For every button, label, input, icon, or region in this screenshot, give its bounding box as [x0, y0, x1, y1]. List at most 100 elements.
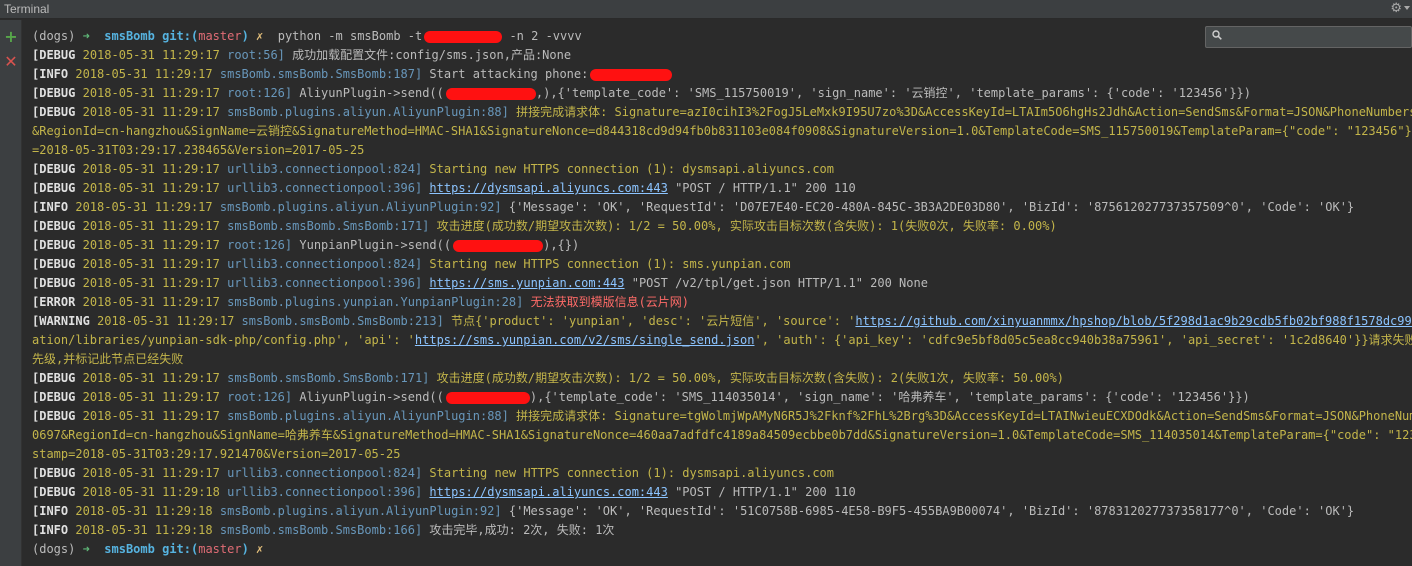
log-link[interactable]: https://github.com/xinyuanmmx/hpshop/blo… — [855, 314, 1412, 328]
log-level: [DEBUG — [32, 466, 76, 480]
terminal-line: [DEBUG 2018-05-31 11:29:17 urllib3.conne… — [32, 464, 1412, 483]
log-message: 攻击进度(成功数/期望攻击次数): 1/2 = 50.00%, 实际攻击目标次数… — [436, 219, 1057, 233]
terminal-line: [DEBUG 2018-05-31 11:29:17 root:126] Ali… — [32, 84, 1412, 103]
log-message: 拼接完成请求体: Signature=tgWolmjWpAMyN6R5J%2Fk… — [516, 409, 1412, 423]
log-message: AliyunPlugin->send(( — [299, 86, 444, 100]
log-level: [INFO — [32, 523, 69, 537]
git-branch: master — [198, 29, 242, 43]
terminal-line: (dogs) ➜ smsBomb git:(master) ✗ python -… — [32, 27, 1412, 46]
log-link[interactable]: https://dysmsapi.aliyuncs.com:443 — [429, 181, 667, 195]
log-link[interactable]: https://sms.yunpian.com/v2/sms/single_se… — [415, 333, 755, 347]
log-logger: smsBomb.smsBomb.SmsBomb:171] — [227, 371, 430, 385]
log-timestamp: 2018-05-31 11:29:17 — [82, 86, 220, 100]
close-icon[interactable]: ✕ — [3, 54, 19, 70]
log-message-tail: ),{}) — [543, 238, 580, 252]
log-level: [DEBUG — [32, 238, 76, 252]
terminal-line: [DEBUG 2018-05-31 11:29:17 root:126] Yun… — [32, 236, 1412, 255]
command: python -m smsBomb -t — [277, 29, 423, 43]
log-link[interactable]: https://dysmsapi.aliyuncs.com:443 — [429, 485, 667, 499]
terminal-line: [DEBUG 2018-05-31 11:29:17 urllib3.conne… — [32, 274, 1412, 293]
terminal-line: (dogs) ➜ smsBomb git:(master) ✗ — [32, 540, 1412, 559]
log-message: 成功加载配置文件:config/sms.json,产品:None — [292, 48, 572, 62]
dirty-mark: ✗ — [256, 29, 264, 43]
log-level: [INFO — [32, 67, 69, 81]
log-logger: smsBomb.smsBomb.SmsBomb:213] — [241, 314, 444, 328]
log-continuation: stamp=2018-05-31T03:29:17.921470&Version… — [32, 447, 401, 461]
log-timestamp: 2018-05-31 11:29:17 — [82, 48, 220, 62]
terminal-line: [INFO 2018-05-31 11:29:18 smsBomb.plugin… — [32, 502, 1412, 521]
log-logger: smsBomb.plugins.aliyun.AliyunPlugin:92] — [219, 504, 502, 518]
terminal-line: [DEBUG 2018-05-31 11:29:18 urllib3.conne… — [32, 483, 1412, 502]
git-label: git:( — [162, 542, 199, 556]
log-logger: root:126] — [227, 238, 293, 252]
log-message: YunpianPlugin->send(( — [299, 238, 452, 252]
log-timestamp: 2018-05-31 11:29:17 — [82, 162, 220, 176]
gear-icon[interactable]: ⚙ — [1390, 1, 1402, 16]
log-logger: smsBomb.plugins.yunpian.YunpianPlugin:28… — [227, 295, 524, 309]
log-message: AliyunPlugin->send(( — [299, 390, 444, 404]
log-message-tail: ,),{'template_code': 'SMS_115750019', 's… — [535, 86, 1251, 100]
terminal-line: [INFO 2018-05-31 11:29:17 smsBomb.plugin… — [32, 198, 1412, 217]
log-message-tail: "POST / HTTP/1.1" 200 110 — [667, 485, 856, 499]
log-link[interactable]: https://sms.yunpian.com:443 — [429, 276, 624, 290]
log-logger: urllib3.connectionpool:396] — [227, 485, 423, 499]
git-label-close: ) — [241, 542, 249, 556]
terminal-toolbar: + ✕ — [0, 20, 22, 566]
add-icon[interactable]: + — [3, 29, 19, 45]
log-timestamp: 2018-05-31 11:29:17 — [82, 105, 220, 119]
terminal-line: [INFO 2018-05-31 11:29:18 smsBomb.smsBom… — [32, 521, 1412, 540]
prompt-arrow: ➜ — [82, 542, 90, 556]
log-logger: urllib3.connectionpool:824] — [227, 466, 423, 480]
log-logger: urllib3.connectionpool:824] — [227, 162, 423, 176]
log-level: [DEBUG — [32, 485, 76, 499]
prompt-env: (dogs) — [32, 542, 76, 556]
log-logger: urllib3.connectionpool:396] — [227, 181, 423, 195]
terminal-output[interactable]: (dogs) ➜ smsBomb git:(master) ✗ python -… — [22, 20, 1412, 566]
terminal-line: [DEBUG 2018-05-31 11:29:17 urllib3.conne… — [32, 160, 1412, 179]
prompt-directory: smsBomb — [104, 542, 155, 556]
log-logger: smsBomb.smsBomb.SmsBomb:171] — [227, 219, 430, 233]
log-message: 攻击完毕,成功: 2次, 失败: 1次 — [429, 523, 615, 537]
command-args: -n 2 -vvvv — [502, 29, 582, 43]
log-timestamp: 2018-05-31 11:29:17 — [82, 295, 220, 309]
log-continuation: 先级,并标记此节点已经失败 — [32, 352, 184, 366]
redaction-mark — [424, 30, 503, 43]
log-timestamp: 2018-05-31 11:29:17 — [75, 200, 213, 214]
prompt-env: (dogs) — [32, 29, 76, 43]
log-message: 攻击进度(成功数/期望攻击次数): 1/2 = 50.00%, 实际攻击目标次数… — [436, 371, 1064, 385]
log-continuation: ation/libraries/yunpian-sdk-php/config.p… — [32, 333, 415, 347]
terminal-line: stamp=2018-05-31T03:29:17.921470&Version… — [32, 445, 1412, 464]
log-level: [DEBUG — [32, 219, 76, 233]
log-level: [DEBUG — [32, 48, 76, 62]
redaction-mark — [445, 87, 536, 100]
redaction-mark — [453, 239, 544, 252]
terminal-line: &RegionId=cn-hangzhou&SignName=云销控&Signa… — [32, 122, 1412, 141]
log-message: Start attacking phone: — [429, 67, 589, 81]
terminal-line: [DEBUG 2018-05-31 11:29:17 smsBomb.plugi… — [32, 103, 1412, 122]
chevron-down-icon[interactable] — [1404, 6, 1410, 10]
terminal-line: [DEBUG 2018-05-31 11:29:17 urllib3.conne… — [32, 255, 1412, 274]
log-message: {'Message': 'OK', 'RequestId': 'D07E7E40… — [508, 200, 1355, 214]
terminal-line: [DEBUG 2018-05-31 11:29:17 smsBomb.smsBo… — [32, 217, 1412, 236]
terminal-lines: (dogs) ➜ smsBomb git:(master) ✗ python -… — [32, 27, 1412, 559]
log-logger: smsBomb.plugins.aliyun.AliyunPlugin:88] — [227, 105, 509, 119]
log-level: [DEBUG — [32, 276, 76, 290]
log-level: [DEBUG — [32, 86, 76, 100]
log-timestamp: 2018-05-31 11:29:17 — [97, 314, 235, 328]
log-logger: urllib3.connectionpool:824] — [227, 257, 423, 271]
terminal-line: [DEBUG 2018-05-31 11:29:17 smsBomb.smsBo… — [32, 369, 1412, 388]
log-logger: urllib3.connectionpool:396] — [227, 276, 423, 290]
log-level: [DEBUG — [32, 257, 76, 271]
dirty-mark: ✗ — [256, 542, 264, 556]
terminal-line: [WARNING 2018-05-31 11:29:17 smsBomb.sms… — [32, 312, 1412, 331]
log-message: Starting new HTTPS connection (1): dysms… — [429, 162, 834, 176]
log-timestamp: 2018-05-31 11:29:17 — [82, 181, 220, 195]
terminal-line: 0697&RegionId=cn-hangzhou&SignName=哈弗养车&… — [32, 426, 1412, 445]
log-timestamp: 2018-05-31 11:29:17 — [75, 67, 213, 81]
terminal-line: [DEBUG 2018-05-31 11:29:17 urllib3.conne… — [32, 179, 1412, 198]
log-logger: smsBomb.smsBomb.SmsBomb:187] — [219, 67, 423, 81]
redaction-mark — [590, 68, 673, 81]
log-logger: smsBomb.plugins.aliyun.AliyunPlugin:88] — [227, 409, 509, 423]
log-continuation: 0697&RegionId=cn-hangzhou&SignName=哈弗养车&… — [32, 428, 1412, 442]
log-level: [WARNING — [32, 314, 90, 328]
